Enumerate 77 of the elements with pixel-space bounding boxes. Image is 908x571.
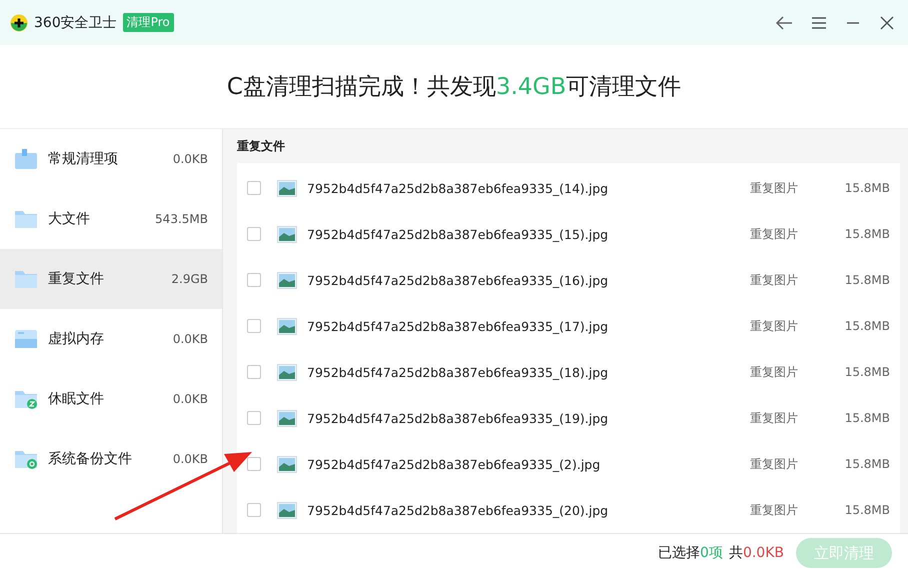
image-file-icon <box>277 364 297 380</box>
file-type: 重复图片 <box>750 502 799 518</box>
image-file-icon <box>277 180 297 196</box>
menu-icon <box>811 16 827 30</box>
checkbox[interactable] <box>247 319 261 333</box>
logo-icon <box>10 14 28 32</box>
image-file-icon <box>277 272 297 288</box>
image-file-icon <box>277 410 297 426</box>
file-name: 7952b4d5f47a25d2b8a387eb6fea9335_(14).jpg <box>307 180 610 196</box>
total-label: 共 <box>728 544 743 562</box>
close-icon <box>879 14 895 30</box>
category-label: 系统备份文件 <box>48 450 133 468</box>
category-label: 大文件 <box>48 210 91 228</box>
folder-icon <box>14 268 38 290</box>
file-size: 15.8MB <box>844 365 890 379</box>
file-size: 15.8MB <box>844 503 890 517</box>
sidebar-item[interactable]: 常规清理项 0.0KB <box>0 129 222 189</box>
category-label: 休眠文件 <box>48 390 105 408</box>
folder-icon <box>14 208 38 230</box>
image-file-icon <box>277 502 297 518</box>
checkbox[interactable] <box>247 503 261 517</box>
category-size: 0.0KB <box>172 152 208 166</box>
file-size: 15.8MB <box>844 273 890 287</box>
pro-badge: 清理Pro <box>122 13 174 32</box>
file-name: 7952b4d5f47a25d2b8a387eb6fea9335_(15).jpg <box>307 226 610 242</box>
folder-gear-icon <box>14 448 38 470</box>
file-size: 15.8MB <box>844 457 890 471</box>
file-type: 重复图片 <box>750 272 799 288</box>
file-type: 重复图片 <box>750 180 799 196</box>
file-name: 7952b4d5f47a25d2b8a387eb6fea9335_(17).jpg <box>307 318 610 334</box>
checkbox[interactable] <box>247 273 261 287</box>
file-type: 重复图片 <box>750 318 799 334</box>
file-type: 重复图片 <box>750 364 799 380</box>
app-name: 360安全卫士 <box>34 14 117 32</box>
file-name: 7952b4d5f47a25d2b8a387eb6fea9335_(19).jpg <box>307 410 610 426</box>
selected-count: 0项 <box>700 544 723 562</box>
total-size: 0.0KB <box>742 545 784 561</box>
sidebar-item[interactable]: 重复文件 2.9GB <box>0 249 222 309</box>
file-name: 7952b4d5f47a25d2b8a387eb6fea9335_(20).jpg <box>307 502 610 518</box>
category-size: 0.0KB <box>172 452 208 466</box>
memory-icon <box>14 328 38 350</box>
checkbox[interactable] <box>247 365 261 379</box>
category-size: 0.0KB <box>172 392 208 406</box>
minimize-icon <box>846 22 860 24</box>
checkbox[interactable] <box>247 181 261 195</box>
sidebar-item[interactable]: 休眠文件 0.0KB <box>0 369 222 429</box>
file-name: 7952b4d5f47a25d2b8a387eb6fea9335_(16).jpg <box>307 272 610 288</box>
category-size: 543.5MB <box>155 212 208 226</box>
image-file-icon <box>277 456 297 472</box>
image-file-icon <box>277 318 297 334</box>
sidebar-item[interactable]: 虚拟内存 0.0KB <box>0 309 222 369</box>
file-type: 重复图片 <box>750 410 799 426</box>
file-size: 15.8MB <box>844 411 890 425</box>
file-size: 15.8MB <box>844 319 890 333</box>
file-type: 重复图片 <box>750 226 799 242</box>
file-type: 重复图片 <box>750 456 799 472</box>
folder-badge-icon <box>14 388 38 410</box>
checkbox[interactable] <box>247 457 261 471</box>
checkbox[interactable] <box>247 227 261 241</box>
category-label: 虚拟内存 <box>48 330 105 348</box>
section-title: 重复文件 <box>237 138 286 154</box>
sidebar-item[interactable]: 大文件 543.5MB <box>0 189 222 249</box>
file-size: 15.8MB <box>844 181 890 195</box>
checkbox[interactable] <box>247 411 261 425</box>
file-size: 15.8MB <box>844 227 890 241</box>
back-arrow-icon <box>775 14 793 30</box>
sidebar-item[interactable]: 系统备份文件 0.0KB <box>0 429 222 489</box>
image-file-icon <box>277 226 297 242</box>
file-name: 7952b4d5f47a25d2b8a387eb6fea9335_(2).jpg <box>307 456 602 472</box>
category-size: 2.9GB <box>171 272 208 286</box>
category-label: 常规清理项 <box>48 150 119 168</box>
file-name: 7952b4d5f47a25d2b8a387eb6fea9335_(18).jpg <box>307 364 610 380</box>
document-tray-icon <box>14 148 38 170</box>
selected-label: 已选择 <box>658 544 700 562</box>
scan-result-headline: C盘清理扫描完成！共发现3.4GB可清理文件 <box>226 73 682 102</box>
category-size: 0.0KB <box>172 332 208 346</box>
category-label: 重复文件 <box>48 270 105 288</box>
